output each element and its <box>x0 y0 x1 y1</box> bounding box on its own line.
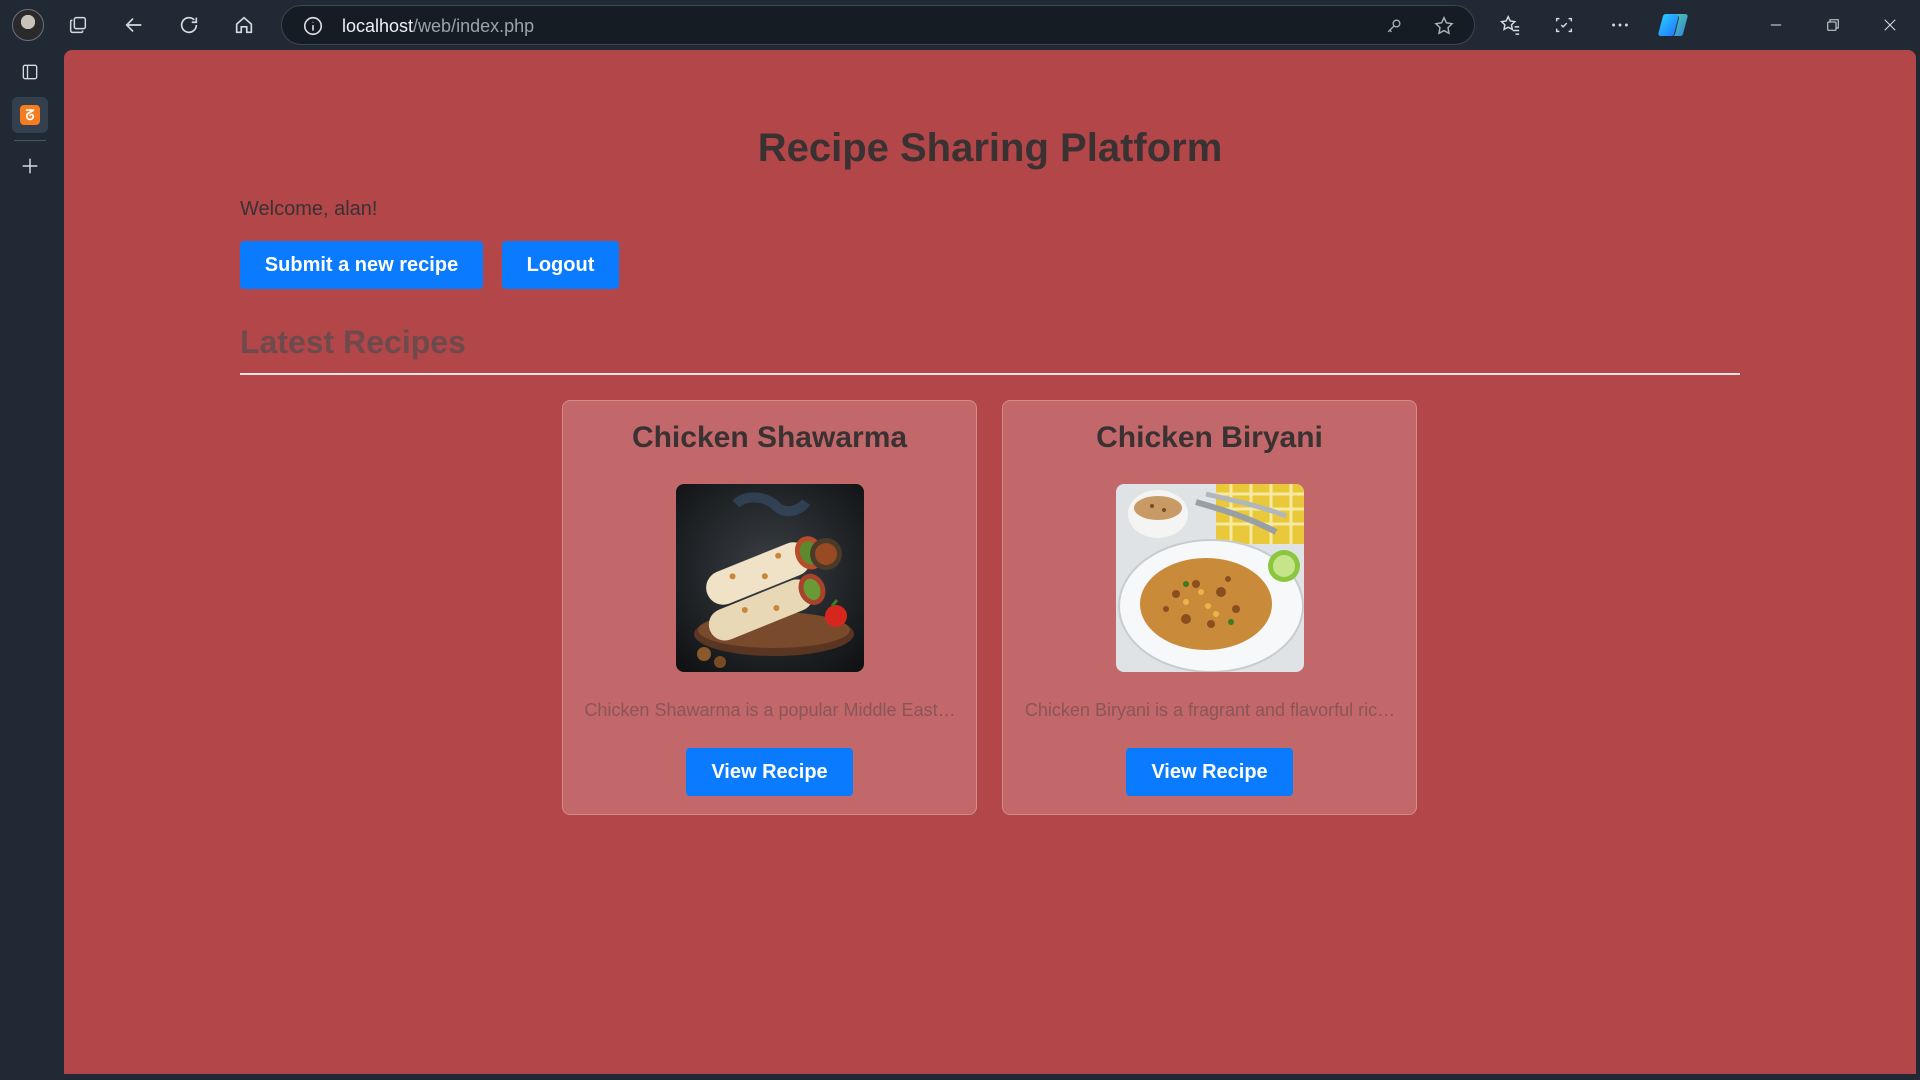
password-key-icon[interactable] <box>1382 14 1406 38</box>
workspaces-icon[interactable] <box>62 9 94 41</box>
page-viewport: Recipe Sharing Platform Welcome, alan! S… <box>64 50 1916 1074</box>
browser-titlebar: localhost/web/index.php <box>0 0 1920 50</box>
submit-recipe-button[interactable]: Submit a new recipe <box>240 241 483 289</box>
tab-xampp-localhost[interactable]: ᘔ <box>12 97 48 133</box>
tab-actions-icon[interactable] <box>12 54 48 90</box>
url-text[interactable]: localhost/web/index.php <box>342 16 534 37</box>
new-tab-icon[interactable] <box>12 148 48 184</box>
copilot-icon[interactable] <box>1657 12 1689 38</box>
site-info-icon[interactable] <box>302 15 324 37</box>
vertical-tab-strip: ᘔ <box>0 50 64 1080</box>
profile-avatar[interactable] <box>12 9 44 41</box>
more-icon[interactable] <box>1604 9 1636 41</box>
recipe-title: Chicken Shawarma <box>631 421 908 454</box>
home-icon[interactable] <box>228 9 260 41</box>
recipe-card: Chicken Shawarma Chicken Shawarma is a p… <box>562 400 977 815</box>
url-path: /web/index.php <box>413 16 535 36</box>
latest-recipes-heading: Latest Recipes <box>240 324 466 360</box>
favorite-star-icon[interactable] <box>1432 14 1456 38</box>
close-icon[interactable] <box>1867 9 1913 41</box>
recipe-description: Chicken Biryani is a fragrant and flavor… <box>1024 700 1396 720</box>
xampp-tab-icon: ᘔ <box>20 105 40 125</box>
section-divider <box>240 373 1740 375</box>
recipe-card: Chicken Biryani Chicken Biryani is a fra… <box>1002 400 1417 815</box>
welcome-message: Welcome, alan! <box>240 198 378 220</box>
view-recipe-button[interactable]: View Recipe <box>1126 748 1293 796</box>
page-title: Recipe Sharing Platform <box>757 126 1223 170</box>
favorites-icon[interactable] <box>1494 9 1526 41</box>
recipe-description: Chicken Shawarma is a popular Middle Eas… <box>584 700 956 720</box>
screenshot-icon[interactable] <box>1548 9 1580 41</box>
url-host: localhost <box>342 16 414 36</box>
logout-button[interactable]: Logout <box>502 241 619 289</box>
recipe-image-shawarma[interactable] <box>676 484 864 672</box>
recipe-image-biryani[interactable] <box>1116 484 1304 672</box>
recipe-title: Chicken Biryani <box>1096 421 1323 454</box>
tab-divider <box>14 140 46 141</box>
address-bar[interactable]: localhost/web/index.php <box>281 5 1475 45</box>
back-icon[interactable] <box>118 9 150 41</box>
view-recipe-button[interactable]: View Recipe <box>686 748 853 796</box>
minimize-icon[interactable] <box>1753 9 1799 41</box>
restore-icon[interactable] <box>1810 9 1856 41</box>
refresh-icon[interactable] <box>173 9 205 41</box>
